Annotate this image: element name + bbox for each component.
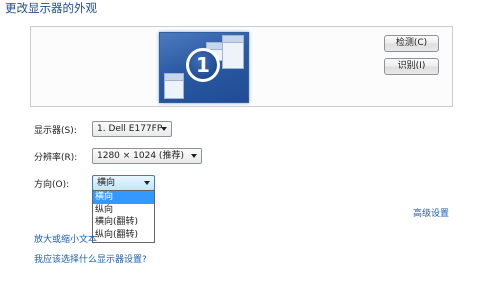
orientation-option-portrait[interactable]: 纵向 xyxy=(93,204,154,217)
orientation-dropdown-list: 横向 纵向 横向(翻转) 纵向(翻转) xyxy=(92,190,155,243)
monitor-1-tile[interactable]: 1 xyxy=(159,32,249,103)
orientation-label: 方向(O): xyxy=(34,180,70,190)
zoom-text-link[interactable]: 放大或缩小文本 xyxy=(34,232,97,245)
chevron-down-icon xyxy=(161,127,167,131)
window-shape-icon xyxy=(164,73,184,99)
resolution-select-value: 1280 × 1024 (推荐) xyxy=(97,151,184,161)
orientation-select[interactable]: 横向 xyxy=(92,175,155,191)
display-select[interactable]: 1. Dell E177FP xyxy=(92,121,172,137)
window-shape-icon xyxy=(222,35,244,69)
orientation-option-landscape-flipped[interactable]: 横向(翻转) xyxy=(93,216,154,229)
which-display-settings-link[interactable]: 我应该选择什么显示器设置? xyxy=(34,252,147,265)
resolution-label: 分辨率(R): xyxy=(34,153,78,163)
identify-button[interactable]: 识别(I) xyxy=(384,58,439,75)
display-label: 显示器(S): xyxy=(34,126,77,136)
page-title: 更改显示器的外观 xyxy=(5,1,97,15)
display-select-value: 1. Dell E177FP xyxy=(97,124,163,134)
detect-button[interactable]: 检测(C) xyxy=(384,35,439,52)
orientation-option-portrait-flipped[interactable]: 纵向(翻转) xyxy=(93,229,154,242)
orientation-select-value: 横向 xyxy=(97,178,116,188)
resolution-select[interactable]: 1280 × 1024 (推荐) xyxy=(92,148,202,164)
advanced-settings-link[interactable]: 高级设置 xyxy=(413,206,449,219)
chevron-down-icon xyxy=(191,154,197,158)
orientation-option-landscape[interactable]: 横向 xyxy=(93,191,154,204)
chevron-down-icon xyxy=(144,181,150,185)
monitor-number-badge: 1 xyxy=(186,48,220,82)
